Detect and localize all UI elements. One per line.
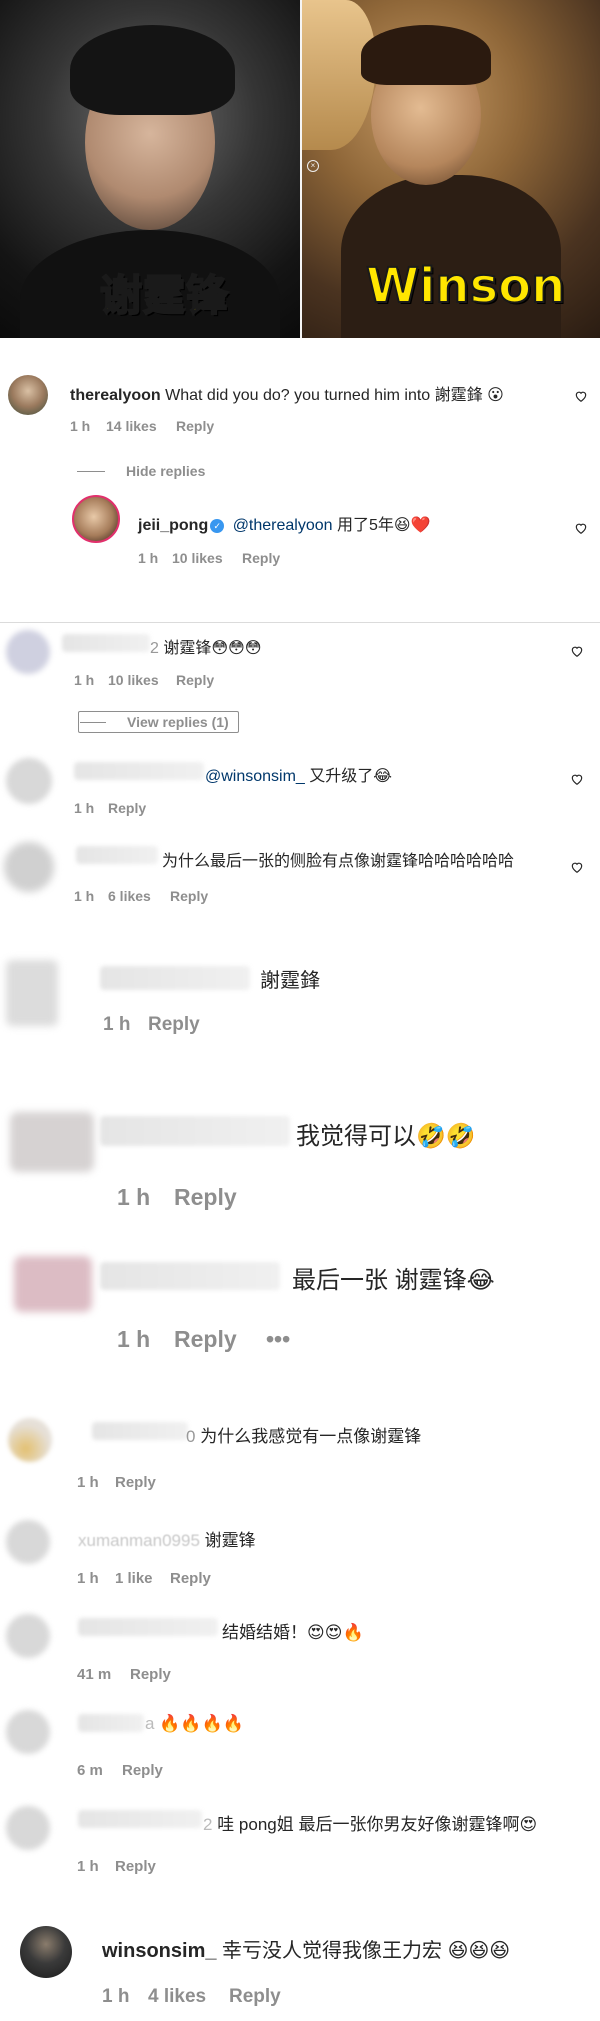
comment-text: 幸亏没人觉得我像王力宏 <box>222 1940 443 1962</box>
like-count[interactable]: 14 likes <box>106 418 157 434</box>
comment-emoji: 🤣🤣 <box>416 1122 476 1150</box>
like-count[interactable]: 10 likes <box>172 550 223 566</box>
comment-username[interactable]: therealyoon <box>70 387 161 404</box>
avatar[interactable] <box>4 842 54 892</box>
avatar[interactable] <box>14 1256 92 1312</box>
comment-time: 1 h <box>74 800 95 816</box>
mention-link[interactable]: @therealyoon <box>233 517 333 534</box>
heart-icon[interactable] <box>574 521 588 535</box>
comment-username[interactable]: xumanman0995 <box>78 1531 200 1550</box>
avatar[interactable] <box>6 1710 50 1754</box>
comment-time: 1 h <box>77 1474 99 1491</box>
comment-username[interactable]: a <box>145 1714 154 1733</box>
avatar[interactable] <box>20 1926 72 1978</box>
avatar[interactable] <box>6 758 52 804</box>
comment-time: 1 h <box>138 550 159 566</box>
comment-text: 又升级了 <box>309 768 374 785</box>
comment-text: 最后一张 谢霆锋 <box>292 1267 467 1294</box>
reply-button[interactable]: Reply <box>170 1570 211 1587</box>
like-count[interactable]: 1 like <box>115 1570 153 1587</box>
comment-emoji: 😆😆😆 <box>447 1938 511 1962</box>
comment-username[interactable]: jeii_pong <box>138 517 208 534</box>
comment-time: 1 h <box>77 1570 99 1587</box>
heart-icon[interactable] <box>570 772 584 786</box>
reply-button[interactable]: Reply <box>148 1014 200 1036</box>
comment-time: 1 h <box>77 1858 99 1875</box>
comment-text: 哇 pong姐 最后一张你男友好像谢霆锋啊 <box>217 1815 520 1834</box>
reply-button[interactable]: Reply <box>130 1666 171 1683</box>
avatar[interactable] <box>6 1520 50 1564</box>
hero-right-label: Winson <box>365 257 566 315</box>
reply-button[interactable]: Reply <box>242 550 280 566</box>
comment-emoji: 😮 <box>487 385 504 404</box>
comment-time: 1 h <box>117 1326 151 1352</box>
comment-username[interactable]: 0 <box>186 1427 195 1446</box>
heart-icon[interactable] <box>570 644 584 658</box>
comment-text: What did you do? you turned him into 謝霆鋒 <box>165 387 483 404</box>
heart-icon[interactable] <box>574 389 588 403</box>
reply-button[interactable]: Reply <box>170 888 208 904</box>
reply-button[interactable]: Reply <box>174 1184 237 1211</box>
comment-emoji: 😂 <box>373 766 392 785</box>
comment-text: 谢霆锋 <box>204 1531 256 1550</box>
comment-time: 1 h <box>103 1014 131 1035</box>
reply-button[interactable]: Reply <box>174 1326 237 1353</box>
verified-badge-icon: ✓ <box>210 519 225 533</box>
avatar[interactable] <box>10 1112 94 1172</box>
reply-button[interactable]: Reply <box>176 672 214 688</box>
post-image: 谢霆锋 × Winson <box>0 0 600 338</box>
reply-button[interactable]: Reply <box>122 1762 163 1779</box>
avatar[interactable] <box>6 630 50 674</box>
comment-username[interactable]: winsonsim_ <box>102 1940 216 1962</box>
reply-button[interactable]: Reply <box>115 1474 156 1491</box>
hide-replies-line <box>77 471 105 472</box>
comment-time: 1 h <box>70 418 91 434</box>
avatar[interactable] <box>6 1614 50 1658</box>
mention-link[interactable]: @winsonsim_ <box>205 768 305 785</box>
comment-time: 6 m <box>77 1762 103 1779</box>
more-options-icon[interactable]: ••• <box>266 1326 290 1353</box>
like-count[interactable]: 10 likes <box>108 672 159 688</box>
comment-emoji: 😍😍🔥 <box>307 1623 364 1643</box>
heart-icon[interactable] <box>570 860 584 874</box>
avatar[interactable] <box>8 375 48 415</box>
comment-time: 1 h <box>102 1986 130 2007</box>
reply-button[interactable]: Reply <box>108 800 146 816</box>
comment-time: 1 h <box>74 672 95 688</box>
avatar[interactable] <box>6 960 58 1026</box>
section-divider <box>0 622 600 623</box>
comment-emoji: 😆❤️ <box>393 515 431 534</box>
portrait-right: × Winson <box>301 0 600 338</box>
avatar[interactable] <box>72 495 120 543</box>
comment-text: 为什么我感觉有一点像谢霆锋 <box>200 1427 422 1446</box>
view-replies-label[interactable]: View replies (1) <box>127 714 229 730</box>
hide-replies-button[interactable]: Hide replies <box>126 463 205 479</box>
like-count[interactable]: 4 likes <box>148 1986 206 2008</box>
comment-text: 谢霆锋 <box>163 640 212 657</box>
close-icon: × <box>307 160 319 172</box>
comment-username[interactable]: 2 <box>150 640 159 657</box>
comment-emoji: 😳😳😳 <box>211 638 262 657</box>
avatar[interactable] <box>8 1418 52 1462</box>
comment-emoji: 😂 <box>466 1266 495 1294</box>
portrait-left: 谢霆锋 <box>0 0 301 338</box>
comment-emoji: 🔥🔥🔥🔥 <box>159 1714 244 1734</box>
like-count[interactable]: 6 likes <box>108 888 151 904</box>
comment-text: 结婚结婚！ <box>222 1623 307 1642</box>
comment-time: 1 h <box>117 1184 151 1210</box>
comment-time: 1 h <box>74 888 95 904</box>
reply-button[interactable]: Reply <box>115 1858 156 1875</box>
comment-text: 用了5年 <box>337 517 394 534</box>
comment-text: 我觉得可以 <box>296 1123 416 1150</box>
comment-username[interactable]: 2 <box>203 1815 212 1834</box>
avatar[interactable] <box>6 1806 50 1850</box>
reply-button[interactable]: Reply <box>229 1986 281 2008</box>
comment-text: 为什么最后一张的侧脸有点像谢霆锋哈哈哈哈哈哈 <box>162 853 515 870</box>
comment-emoji: 😍 <box>519 1815 538 1835</box>
comment-text: 謝霆鋒 <box>260 970 320 992</box>
reply-button[interactable]: Reply <box>176 418 214 434</box>
hero-left-label: 谢霆锋 <box>99 270 230 321</box>
comment-time: 41 m <box>77 1666 112 1683</box>
